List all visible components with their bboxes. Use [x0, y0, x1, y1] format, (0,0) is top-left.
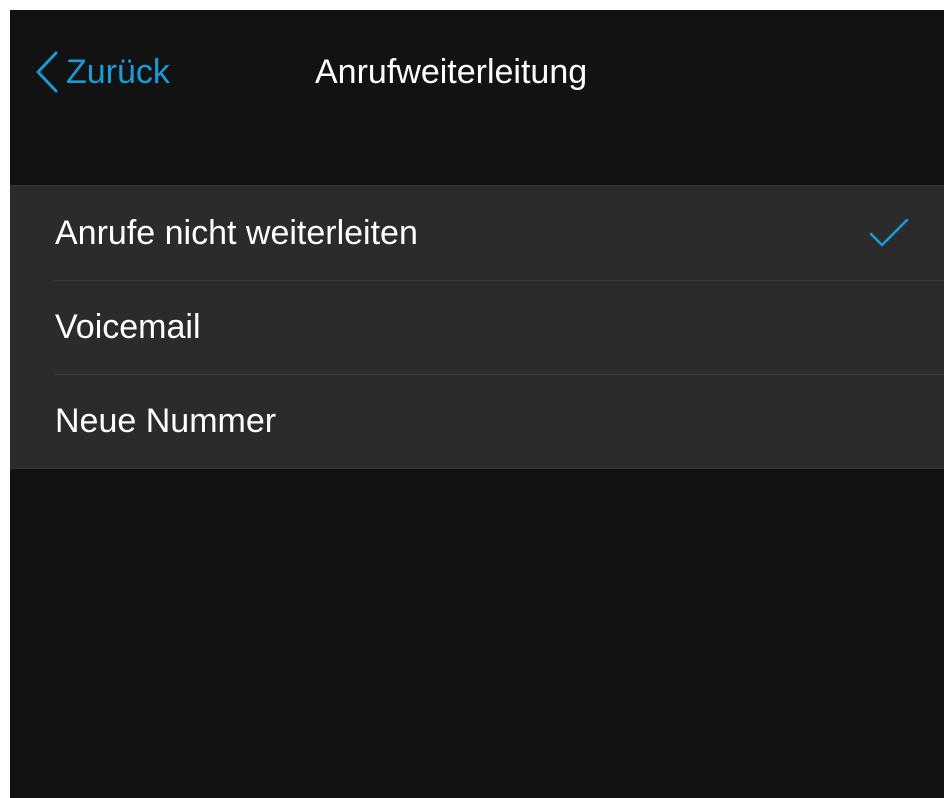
forwarding-options-list: Anrufe nicht weiterleiten Voicemail Neue…: [10, 185, 944, 469]
option-row-voicemail[interactable]: Voicemail: [10, 280, 944, 374]
option-label: Neue Nummer: [55, 402, 277, 440]
back-button[interactable]: Zurück: [34, 48, 170, 96]
option-label: Anrufe nicht weiterleiten: [55, 214, 418, 252]
option-label: Voicemail: [55, 308, 201, 346]
screen: Zurück Anrufweiterleitung Anrufe nicht w…: [10, 10, 944, 798]
page-title: Anrufweiterleitung: [315, 53, 588, 91]
chevron-left-icon: [36, 51, 58, 93]
back-button-label: Zurück: [66, 53, 170, 91]
option-row-no-forwarding[interactable]: Anrufe nicht weiterleiten: [10, 186, 944, 280]
navigation-bar: Zurück Anrufweiterleitung: [10, 10, 944, 134]
checkmark-icon: [869, 218, 909, 247]
option-row-new-number[interactable]: Neue Nummer: [10, 374, 944, 468]
